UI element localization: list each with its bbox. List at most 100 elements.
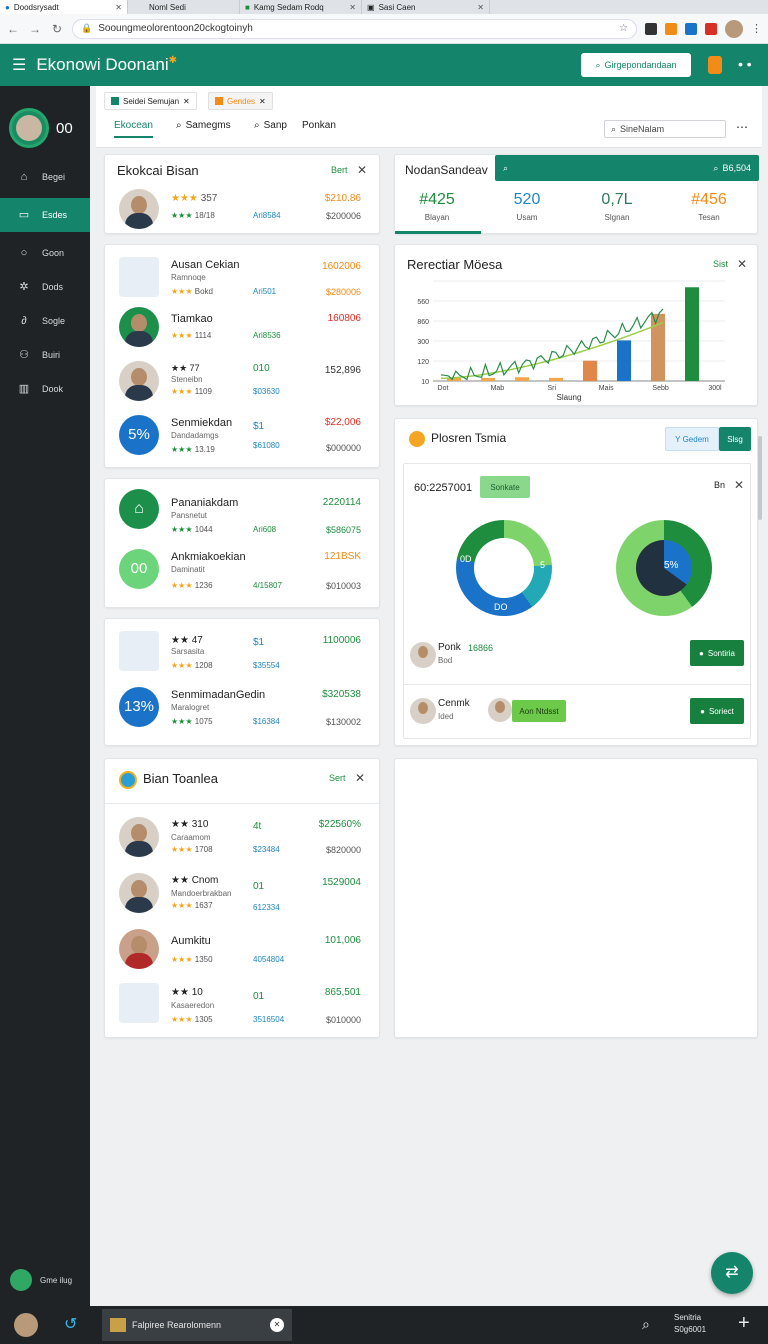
y-tick-label: 10 [421, 379, 429, 386]
coin-icon [409, 431, 425, 447]
row-code: Ari8584 [253, 211, 281, 220]
card-action-link[interactable]: Bert [331, 165, 348, 175]
empty-card [394, 758, 758, 1038]
mini-tab[interactable]: Seidei Semujan ✕ [104, 92, 197, 110]
user-avatar[interactable] [14, 1313, 38, 1337]
extension-icon[interactable] [645, 22, 657, 35]
list-item[interactable]: Ponk 16866 Bod ● Sontiria [404, 640, 750, 684]
back-icon[interactable]: ← [6, 22, 20, 36]
close-icon[interactable]: ✕ [259, 97, 266, 106]
forward-icon[interactable]: → [28, 22, 42, 36]
close-icon[interactable]: ✕ [355, 771, 365, 785]
browser-tab[interactable]: ● Doodsrysadt ✕ [0, 0, 128, 14]
close-icon[interactable]: ✕ [734, 478, 744, 492]
row-name: ★★ 10 [171, 987, 203, 998]
close-icon[interactable]: ✕ [115, 3, 122, 12]
action-button[interactable]: ● Sontiria [690, 640, 744, 666]
taskbar-window[interactable]: Falpiree Rearolomenn ✕ [102, 1309, 292, 1341]
menu-dots-icon[interactable]: ⋮ [751, 22, 762, 35]
row-name: Ausan Cekian [171, 259, 240, 271]
list-item[interactable]: Cenmk Ided Aon Ntdsst ● Soriect [404, 696, 750, 736]
status-chip[interactable]: Sonkate [480, 476, 530, 498]
sidebar-bottom-item[interactable]: Gme ilug [10, 1269, 72, 1291]
rating-stars: ★★★ 1109 [171, 387, 212, 396]
tab-sanp[interactable]: ⌕ Sanp [254, 120, 287, 131]
metric-active-indicator [395, 231, 481, 234]
bar [481, 377, 495, 381]
list-item[interactable]: 00 Ankmiakoekian Daminatit ★★★ 1236 4/15… [105, 547, 379, 599]
extension-icon[interactable] [665, 22, 677, 35]
tab-samegms[interactable]: ⌕ Samegms [176, 120, 231, 131]
close-icon[interactable]: ✕ [270, 1318, 284, 1332]
metric-tile[interactable]: #425 Blayan [395, 191, 479, 222]
tab-ponkan[interactable]: Ponkan [302, 120, 336, 131]
share-fab-button[interactable]: ⇄ [711, 1252, 753, 1294]
sidebar-item-goon[interactable]: ○ Goon [0, 236, 90, 270]
sidebar-item-buiri[interactable]: ⚇ Buiri [0, 338, 90, 372]
app-launcher-icon[interactable]: ↺ [64, 1314, 77, 1334]
browser-tab[interactable]: ▣ Sasi Caen ✕ [362, 0, 490, 14]
list-item[interactable]: ★★ Cnom Mandoerbrakban ★★★ 1637 01 61233… [105, 871, 379, 923]
browser-tab[interactable]: Noml Sedi [128, 0, 240, 14]
dot-icon: ● [699, 648, 704, 658]
browser-tab[interactable]: ■ Kamg Sedam Rodq ✕ [240, 0, 362, 14]
header-action-button[interactable]: ⌕ Girgepondandaan [581, 53, 691, 77]
list-item[interactable]: 13% SenmimadanGedin Maralogret ★★★ 1075 … [105, 685, 379, 737]
sidebar-item-begei[interactable]: ⌂ Begei [0, 160, 90, 194]
browser-tab-strip: ● Doodsrysadt ✕ Noml Sedi ■ Kamg Sedam R… [0, 0, 768, 14]
x-tick-label: Mab [491, 385, 505, 392]
list-item[interactable]: 5% Senmiekdan Dandadamgs ★★★ 13.19 $1 $6… [105, 411, 379, 463]
sidebar-item-esdes[interactable]: ▭ Esdes [0, 198, 90, 232]
hamburger-icon[interactable]: ☰ [12, 55, 26, 75]
close-icon[interactable]: ✕ [477, 3, 484, 12]
list-item[interactable]: ★★ 77 Steneibn ★★★ 1109 010 $03630 152,8… [105, 357, 379, 409]
metric-tile[interactable]: 0,7L Slgnan [575, 191, 659, 222]
list-item[interactable]: ★★★ 357 ★★★ 18/18 Ari8584 $210.86 $20000… [105, 185, 379, 237]
profile-avatar[interactable] [725, 19, 743, 38]
list-item[interactable]: Ausan Cekian Ramnoqe ★★★ Bokd Ari501 160… [105, 251, 379, 303]
row-subtitle: Dandadamgs [171, 431, 219, 440]
close-icon[interactable]: ✕ [183, 97, 190, 106]
sidebar-avatar[interactable] [9, 108, 49, 148]
search-icon[interactable]: ⌕ [642, 1316, 650, 1333]
metric-tile[interactable]: #456 Tesan [667, 191, 751, 222]
list-item[interactable]: Tiamkao ★★★ 1114 Ari8536 160806 [105, 303, 379, 355]
list-item[interactable]: ★★ 47 Sarsasita ★★★ 1208 $1 $35554 11000… [105, 627, 379, 679]
metric-label: Tesan [698, 213, 720, 222]
sidebar-item-sogle[interactable]: ∂ Sogle [0, 304, 90, 338]
system-tray[interactable]: Senitria S0g6001 [674, 1312, 706, 1336]
more-icon[interactable]: • • [738, 56, 752, 72]
sidebar-item-dook[interactable]: ▥ Dook [0, 372, 90, 406]
reload-icon[interactable]: ↻ [50, 22, 64, 36]
metrics-search-bar[interactable]: ⌕ ⌕ B6,504 [495, 155, 759, 181]
scrollbar-thumb[interactable] [758, 436, 762, 520]
rating-value: 13.19 [194, 445, 215, 454]
star-icon[interactable]: ☆ [619, 23, 628, 34]
status-chip[interactable]: Aon Ntdsst [512, 700, 566, 722]
close-icon[interactable]: ✕ [349, 3, 356, 12]
apply-button[interactable]: Slsg [719, 427, 751, 451]
list-item[interactable]: ★★ 310 Caraamom ★★★ 1708 4t $23484 $2256… [105, 815, 379, 867]
person-name: Ponk [438, 642, 461, 653]
action-button-label: Soriect [708, 706, 734, 716]
rating-stars: ★★★ 1637 [171, 901, 213, 910]
action-button[interactable]: ● Soriect [690, 698, 744, 724]
mini-tab[interactable]: Gendes ✕ [208, 92, 273, 110]
card-action-link[interactable]: Sert [329, 773, 346, 783]
tab-ekocean[interactable]: Ekocean [114, 120, 153, 138]
notification-icon[interactable] [708, 56, 722, 74]
search-input[interactable]: ⌕ SineNalam [604, 120, 726, 138]
list-item[interactable]: ★★ 10 Kasaeredon ★★★ 1305 01 3516504 865… [105, 981, 379, 1033]
plus-icon[interactable]: + [738, 1312, 750, 1335]
sidebar-item-dods[interactable]: ✲ Dods [0, 270, 90, 304]
extension-icon[interactable] [705, 22, 717, 35]
extension-icon[interactable] [685, 22, 697, 35]
more-icon[interactable]: ⋯ [736, 120, 748, 134]
list-item[interactable]: ⌂ Pananiakdam Pansnetut ★★★ 1044 Ari608 … [105, 487, 379, 539]
y-tick-label: 300 [417, 339, 429, 346]
filter-button[interactable]: Y Gedem [665, 427, 719, 451]
close-icon[interactable]: ✕ [357, 163, 367, 177]
metric-tile[interactable]: 520 Usam [485, 191, 569, 222]
url-field[interactable]: 🔒 Sooungmeolorentoon20ckogtoinyh ☆ [72, 18, 637, 39]
list-item[interactable]: Aumkitu ★★★ 1350 4054804 101,006 [105, 927, 379, 979]
